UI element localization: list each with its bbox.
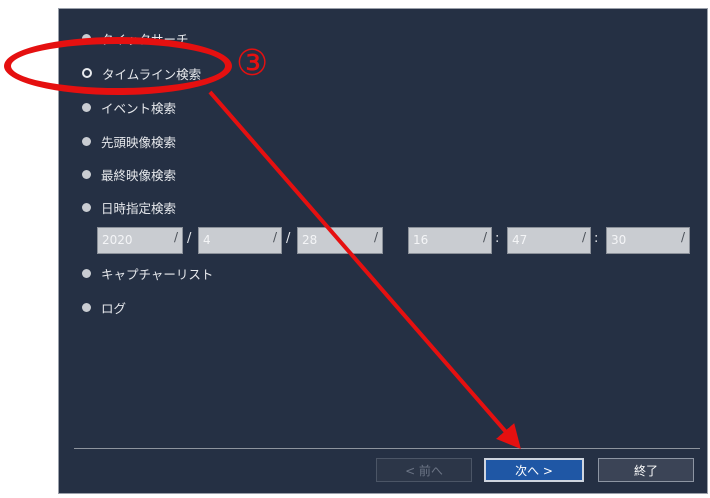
annotation-arrow	[208, 90, 521, 450]
arrow-line	[208, 90, 521, 450]
